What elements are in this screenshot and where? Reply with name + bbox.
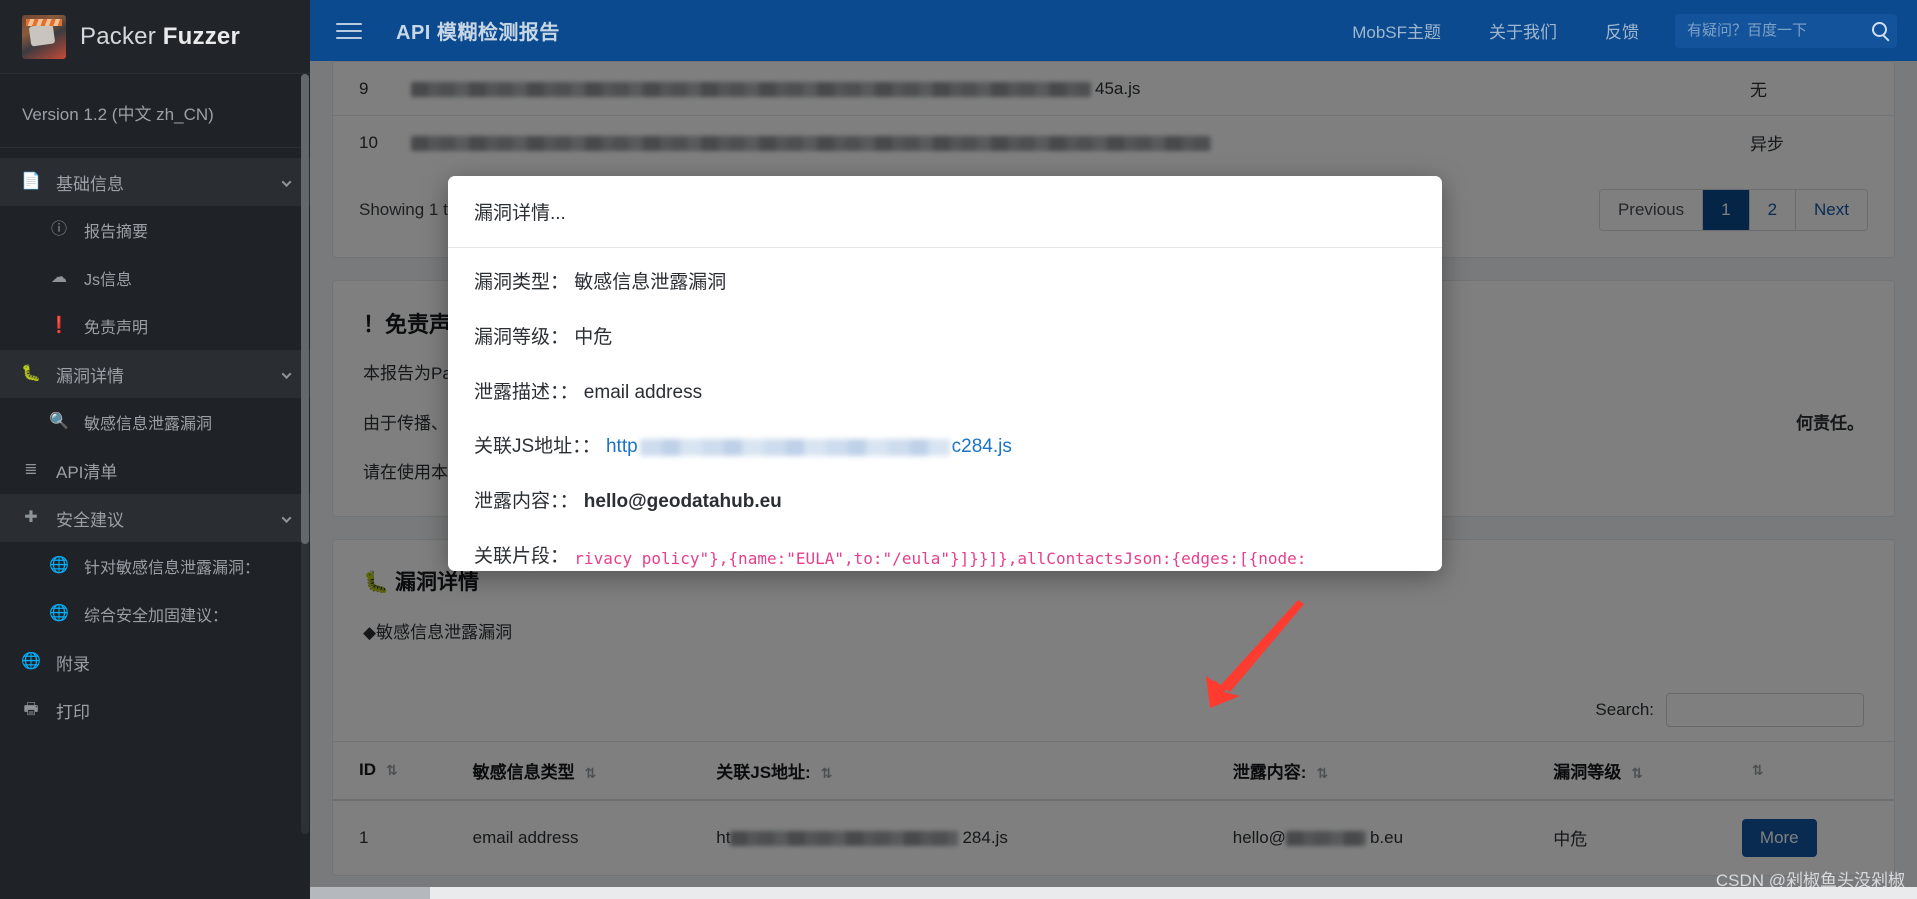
- search-icon: 🔍: [49, 413, 69, 430]
- brand-second: Fuzzer: [162, 22, 240, 50]
- sidebar-item-label: 敏感信息泄露漏洞: [84, 416, 213, 433]
- sidebar-item-security-advice[interactable]: ✚ 安全建议: [0, 494, 310, 542]
- print-icon: 🖶: [23, 701, 39, 718]
- field-label: 漏洞类型：: [474, 272, 570, 293]
- chevron-down-icon: [281, 369, 292, 379]
- sidebar-item-disclaimer[interactable]: ❗ 免责声明: [0, 302, 310, 350]
- sidebar-version: Version 1.2 (中文 zh_CN): [0, 74, 310, 148]
- plus-icon: ✚: [24, 509, 38, 526]
- modal-row-leak-content: 泄露内容：： hello@geodatahub.eu: [474, 491, 1416, 514]
- sidebar-item-label: 基础信息: [56, 174, 124, 194]
- list-ol-icon: ≣: [24, 461, 38, 478]
- field-value: 敏感信息泄露漏洞: [574, 272, 727, 293]
- sidebar-item-vuln-detail[interactable]: 🐛 漏洞详情: [0, 350, 310, 398]
- page-title: API 模糊检测报告: [396, 22, 560, 44]
- chevron-down-icon: [281, 513, 292, 523]
- sidebar-item-label: 综合安全加固建议：: [84, 608, 229, 625]
- info-circle-icon: ⓘ: [50, 221, 67, 238]
- brand-first: Packer: [80, 22, 156, 50]
- sidebar-item-js-info[interactable]: ☁ Js信息: [0, 254, 310, 302]
- js-url-link-suffix[interactable]: c284.js: [952, 436, 1012, 457]
- globe-icon: 🌐: [49, 605, 69, 622]
- hamburger-icon[interactable]: [336, 18, 362, 44]
- field-label: 关联JS地址：：: [474, 436, 601, 458]
- top-navbar: API 模糊检测报告 MobSF主题 关于我们 反馈: [310, 0, 1917, 61]
- sidebar-item-basic-info[interactable]: 📄 基础信息: [0, 158, 310, 206]
- sidebar-item-label: 针对敏感信息泄露漏洞：: [84, 560, 261, 577]
- modal-row-vuln-type: 漏洞类型： 敏感信息泄露漏洞: [474, 272, 1416, 295]
- sidebar-brand[interactable]: Packer Fuzzer: [0, 0, 310, 74]
- modal-row-leak-description: 泄露描述：： email address: [474, 382, 1416, 405]
- sidebar-item-label: 附录: [56, 654, 90, 674]
- chevron-down-icon: [281, 177, 292, 187]
- globe-icon: 🌐: [49, 557, 69, 574]
- sidebar-scrollbar[interactable]: [301, 74, 309, 834]
- modal-row-js-url: 关联JS地址：： http c284.js: [474, 436, 1416, 459]
- sidebar-item-print[interactable]: 🖶 打印: [0, 686, 310, 734]
- field-label: 漏洞等级：: [474, 326, 570, 348]
- database-icon: ☁: [51, 269, 67, 286]
- exclamation-icon: ❗: [49, 317, 69, 334]
- search-input[interactable]: [1675, 13, 1897, 48]
- sidebar-item-label: 打印: [56, 702, 90, 722]
- app-logo-icon: [22, 14, 66, 59]
- sidebar-item-label: 安全建议: [56, 510, 124, 530]
- navbar-search[interactable]: [1675, 13, 1897, 48]
- sidebar-item-appendix[interactable]: 🌐 附录: [0, 638, 310, 686]
- field-label: 泄露内容：：: [474, 491, 579, 513]
- modal-title: 漏洞详情...: [474, 203, 566, 224]
- sidebar-item-sensitive-leak[interactable]: 🔍 敏感信息泄露漏洞: [0, 398, 310, 446]
- redacted-url-blur: [639, 438, 950, 456]
- vuln-detail-modal: 漏洞详情... 漏洞类型： 敏感信息泄露漏洞 漏洞等级： 中危 泄露描述：： e…: [448, 176, 1442, 571]
- sidebar-item-label: 漏洞详情: [56, 366, 124, 386]
- sidebar-item-api-list[interactable]: ≣ API清单: [0, 446, 310, 494]
- sidebar-nav: 📄 基础信息 ⓘ 报告摘要 ☁ Js信息 ❗ 免责声明 🐛 漏洞详情 🔍 敏感信…: [0, 148, 310, 734]
- sidebar-item-label: 报告摘要: [84, 224, 149, 241]
- sidebar-item-report-summary[interactable]: ⓘ 报告摘要: [0, 206, 310, 254]
- globe-icon: 🌐: [21, 653, 41, 670]
- field-value: email address: [583, 381, 703, 403]
- modal-row-vuln-level: 漏洞等级： 中危: [474, 327, 1416, 350]
- field-value: 中危: [574, 326, 613, 348]
- bug-icon: 🐛: [21, 365, 41, 382]
- nav-link-feedback[interactable]: 反馈: [1581, 18, 1663, 43]
- horizontal-scrollbar[interactable]: [310, 887, 1917, 899]
- sidebar-item-advice-sensitive[interactable]: 🌐 针对敏感信息泄露漏洞：: [0, 542, 310, 590]
- nav-link-mobsf-theme[interactable]: MobSF主题: [1328, 18, 1465, 43]
- file-icon: 📄: [21, 173, 41, 190]
- field-value: hello@geodatahub.eu: [583, 491, 782, 513]
- brand-title: Packer Fuzzer: [80, 23, 240, 51]
- sidebar-item-label: API清单: [56, 462, 118, 482]
- code-fragment-line-1: rivacy policy"},{name:"EULA",to:"/eula"}…: [574, 548, 1307, 568]
- js-url-link-prefix[interactable]: http: [606, 436, 638, 457]
- modal-header: 漏洞详情...: [448, 176, 1442, 248]
- field-label: 泄露描述：：: [474, 381, 579, 403]
- top-navbar-right: MobSF主题 关于我们 反馈: [1328, 13, 1917, 48]
- sidebar-item-label: 免责声明: [84, 320, 149, 337]
- sidebar-item-advice-general[interactable]: 🌐 综合安全加固建议：: [0, 590, 310, 638]
- sidebar-item-label: Js信息: [84, 272, 133, 289]
- modal-row-code-fragment: 关联片段： rivacy policy"},{name:"EULA",to:"/…: [474, 546, 1416, 571]
- sidebar: Packer Fuzzer Version 1.2 (中文 zh_CN) 📄 基…: [0, 0, 310, 899]
- search-icon[interactable]: [1872, 21, 1887, 37]
- nav-link-about-us[interactable]: 关于我们: [1465, 18, 1581, 43]
- field-label: 关联片段：: [474, 545, 570, 567]
- modal-body: 漏洞类型： 敏感信息泄露漏洞 漏洞等级： 中危 泄露描述：： email add…: [448, 248, 1442, 571]
